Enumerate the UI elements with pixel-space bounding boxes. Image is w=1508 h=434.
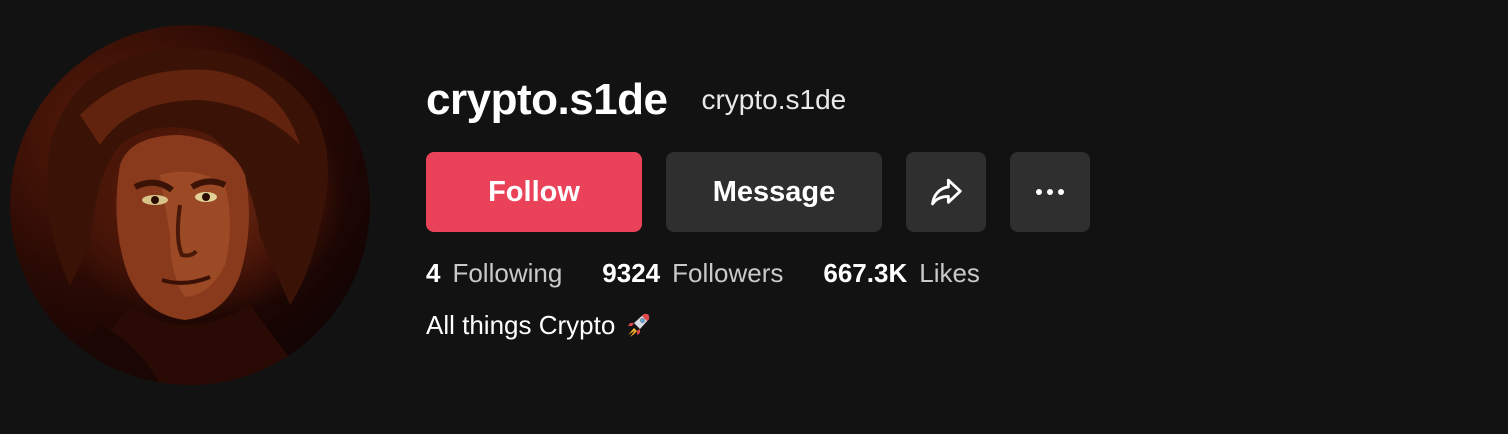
likes-count: 667.3K	[823, 258, 908, 288]
bio: All things Crypto	[426, 308, 653, 342]
followers-label: Followers	[672, 258, 784, 288]
more-button[interactable]	[1010, 152, 1090, 232]
stat-likes: 667.3K Likes	[823, 256, 980, 290]
name-row: crypto.s1de crypto.s1de	[426, 70, 846, 130]
likes-label: Likes	[919, 258, 980, 288]
profile-stats: 4 Following 9324 Followers 667.3K Likes	[426, 256, 1020, 290]
following-count: 4	[426, 258, 441, 288]
more-icon	[1036, 189, 1064, 195]
rocket-icon	[628, 313, 650, 337]
profile-info: crypto.s1de crypto.s1de Follow Message 4…	[426, 70, 1090, 340]
following-label: Following	[452, 258, 563, 288]
stat-following[interactable]: 4 Following	[426, 256, 562, 290]
followers-count: 9324	[602, 258, 661, 288]
avatar-image	[47, 48, 328, 385]
bio-text: All things Crypto	[426, 310, 616, 340]
share-icon	[931, 178, 962, 206]
message-button[interactable]: Message	[666, 152, 882, 232]
avatar[interactable]	[10, 25, 370, 385]
username: crypto.s1de	[426, 75, 668, 124]
action-buttons: Follow Message	[426, 152, 1090, 232]
follow-button[interactable]: Follow	[426, 152, 642, 232]
share-button[interactable]	[906, 152, 986, 232]
stat-followers[interactable]: 9324 Followers	[602, 256, 783, 290]
nickname: crypto.s1de	[701, 84, 847, 115]
